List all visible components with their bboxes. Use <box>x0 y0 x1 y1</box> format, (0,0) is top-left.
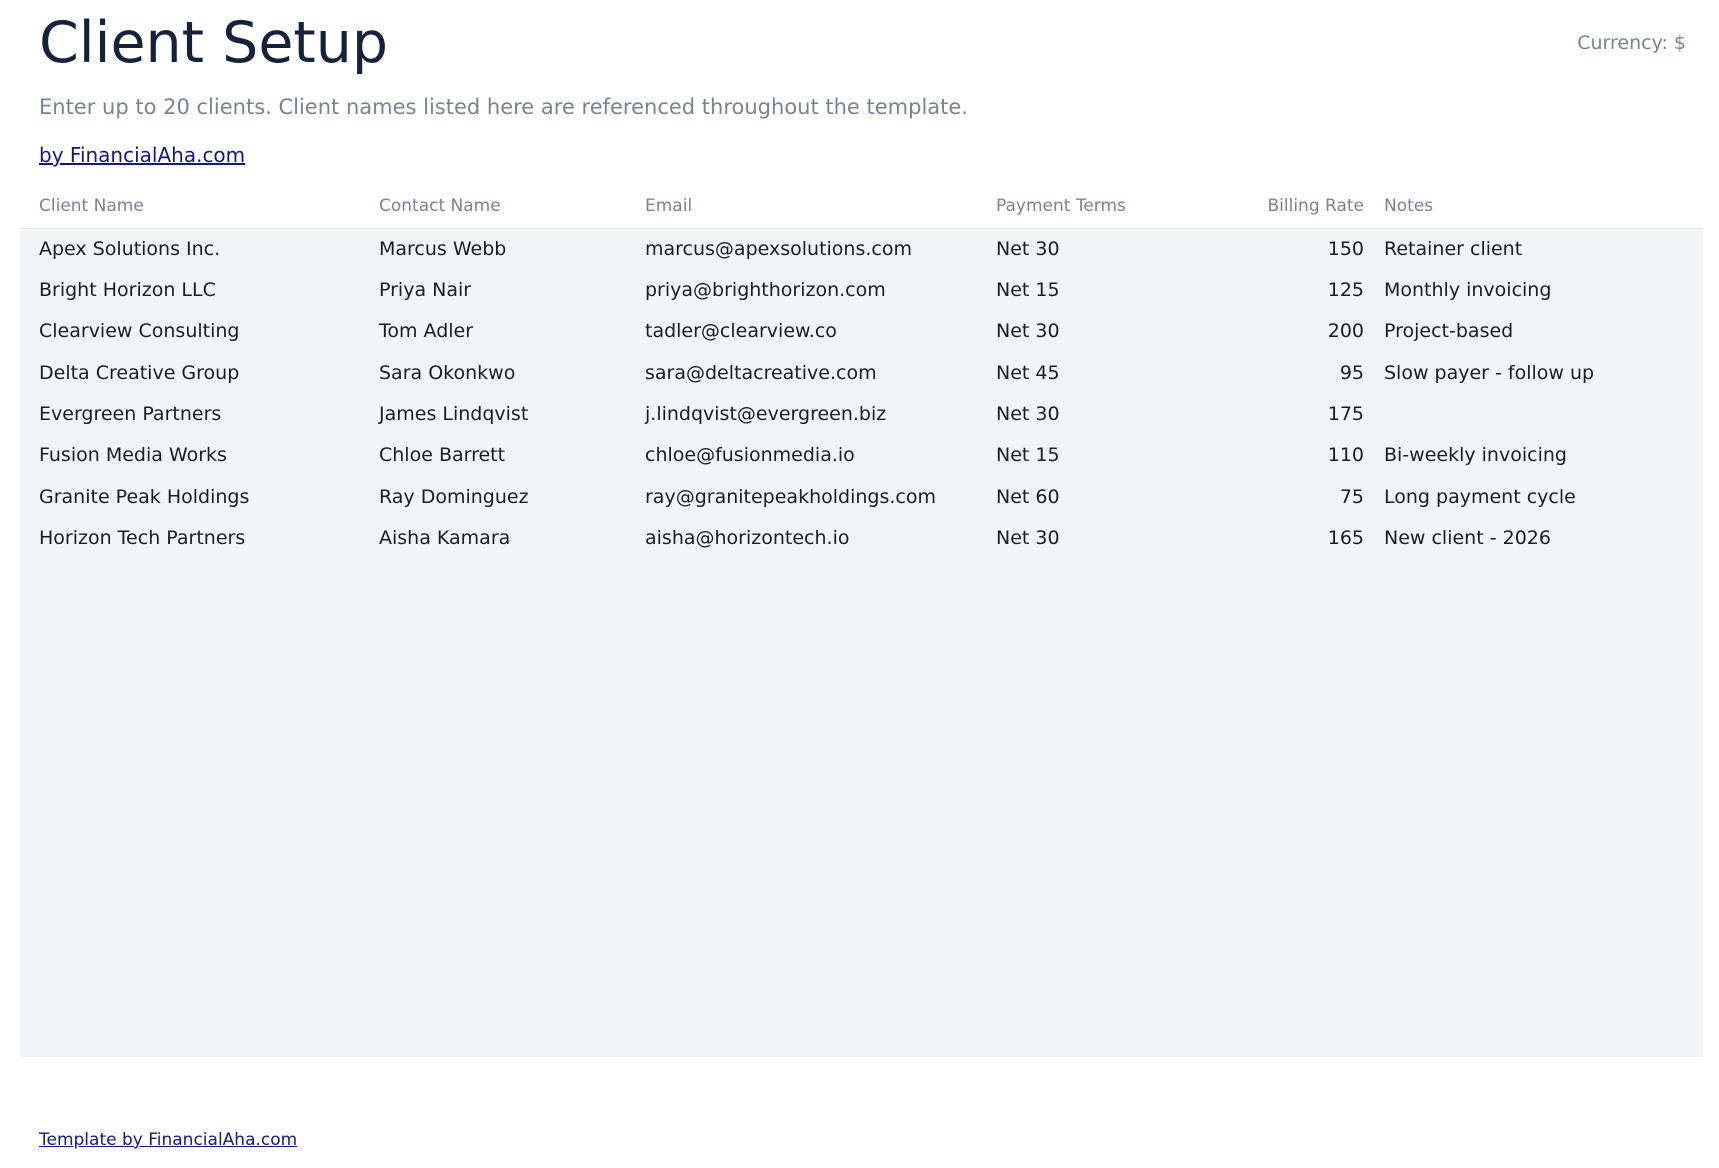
table-row: Evergreen Partners James Lindqvist j.lin… <box>20 394 1703 435</box>
billing-rate-cell[interactable]: 75 <box>1340 486 1364 508</box>
billing-rate-cell[interactable]: 165 <box>1328 527 1364 549</box>
contact-name-cell[interactable]: Marcus Webb <box>379 238 506 260</box>
column-header-billing-rate: Billing Rate <box>1267 196 1364 216</box>
page-title: Client Setup <box>39 10 389 76</box>
notes-cell[interactable]: Bi-weekly invoicing <box>1384 444 1567 466</box>
column-header-email: Email <box>645 196 693 216</box>
table-body: Apex Solutions Inc. Marcus Webb marcus@a… <box>20 229 1703 1057</box>
table-row: Apex Solutions Inc. Marcus Webb marcus@a… <box>20 229 1703 270</box>
page-subtitle: Enter up to 20 clients. Client names lis… <box>39 95 968 119</box>
notes-cell[interactable]: Retainer client <box>1384 238 1522 260</box>
notes-cell[interactable]: Monthly invoicing <box>1384 279 1551 301</box>
brand-link[interactable]: by FinancialAha.com <box>39 143 245 167</box>
payment-terms-cell[interactable]: Net 15 <box>996 444 1060 466</box>
email-cell[interactable]: priya@brighthorizon.com <box>645 279 886 301</box>
contact-name-cell[interactable]: Aisha Kamara <box>379 527 510 549</box>
contact-name-cell[interactable]: Chloe Barrett <box>379 444 505 466</box>
notes-cell[interactable]: Project-based <box>1384 320 1513 342</box>
notes-cell[interactable]: New client - 2026 <box>1384 527 1551 549</box>
contact-name-cell[interactable]: James Lindqvist <box>379 403 528 425</box>
email-cell[interactable]: marcus@apexsolutions.com <box>645 238 912 260</box>
billing-rate-cell[interactable]: 125 <box>1328 279 1364 301</box>
email-cell[interactable]: sara@deltacreative.com <box>645 362 877 384</box>
payment-terms-cell[interactable]: Net 30 <box>996 320 1060 342</box>
table-row: Clearview Consulting Tom Adler tadler@cl… <box>20 311 1703 352</box>
contact-name-cell[interactable]: Tom Adler <box>379 320 473 342</box>
currency-label: Currency: $ <box>1577 32 1686 54</box>
payment-terms-cell[interactable]: Net 15 <box>996 279 1060 301</box>
billing-rate-cell[interactable]: 175 <box>1328 403 1364 425</box>
payment-terms-cell[interactable]: Net 60 <box>996 486 1060 508</box>
billing-rate-cell[interactable]: 95 <box>1340 362 1364 384</box>
table-row: Horizon Tech Partners Aisha Kamara aisha… <box>20 518 1703 559</box>
table-header: Client Name Contact Name Email Payment T… <box>20 196 1703 229</box>
billing-rate-cell[interactable]: 200 <box>1328 320 1364 342</box>
email-cell[interactable]: j.lindqvist@evergreen.biz <box>645 403 886 425</box>
email-cell[interactable]: ray@granitepeakholdings.com <box>645 486 936 508</box>
notes-cell[interactable]: Long payment cycle <box>1384 486 1576 508</box>
column-header-notes: Notes <box>1384 196 1434 216</box>
column-header-payment-terms: Payment Terms <box>996 196 1126 216</box>
table-row: Fusion Media Works Chloe Barrett chloe@f… <box>20 435 1703 476</box>
payment-terms-cell[interactable]: Net 45 <box>996 362 1060 384</box>
column-header-client-name: Client Name <box>39 196 144 216</box>
client-name-cell[interactable]: Granite Peak Holdings <box>39 486 249 508</box>
client-name-cell[interactable]: Delta Creative Group <box>39 362 239 384</box>
email-cell[interactable]: aisha@horizontech.io <box>645 527 849 549</box>
payment-terms-cell[interactable]: Net 30 <box>996 238 1060 260</box>
contact-name-cell[interactable]: Priya Nair <box>379 279 471 301</box>
billing-rate-cell[interactable]: 110 <box>1328 444 1364 466</box>
client-name-cell[interactable]: Apex Solutions Inc. <box>39 238 220 260</box>
column-header-contact-name: Contact Name <box>379 196 501 216</box>
email-cell[interactable]: chloe@fusionmedia.io <box>645 444 855 466</box>
table-row: Bright Horizon LLC Priya Nair priya@brig… <box>20 270 1703 311</box>
client-name-cell[interactable]: Bright Horizon LLC <box>39 279 216 301</box>
client-name-cell[interactable]: Clearview Consulting <box>39 320 239 342</box>
email-cell[interactable]: tadler@clearview.co <box>645 320 837 342</box>
footer-link[interactable]: Template by FinancialAha.com <box>39 1130 297 1150</box>
client-name-cell[interactable]: Horizon Tech Partners <box>39 527 245 549</box>
billing-rate-cell[interactable]: 150 <box>1328 238 1364 260</box>
contact-name-cell[interactable]: Sara Okonkwo <box>379 362 515 384</box>
client-name-cell[interactable]: Fusion Media Works <box>39 444 227 466</box>
table-row: Delta Creative Group Sara Okonkwo sara@d… <box>20 353 1703 394</box>
client-name-cell[interactable]: Evergreen Partners <box>39 403 221 425</box>
payment-terms-cell[interactable]: Net 30 <box>996 527 1060 549</box>
payment-terms-cell[interactable]: Net 30 <box>996 403 1060 425</box>
contact-name-cell[interactable]: Ray Dominguez <box>379 486 529 508</box>
notes-cell[interactable]: Slow payer - follow up <box>1384 362 1594 384</box>
table-row: Granite Peak Holdings Ray Dominguez ray@… <box>20 477 1703 518</box>
